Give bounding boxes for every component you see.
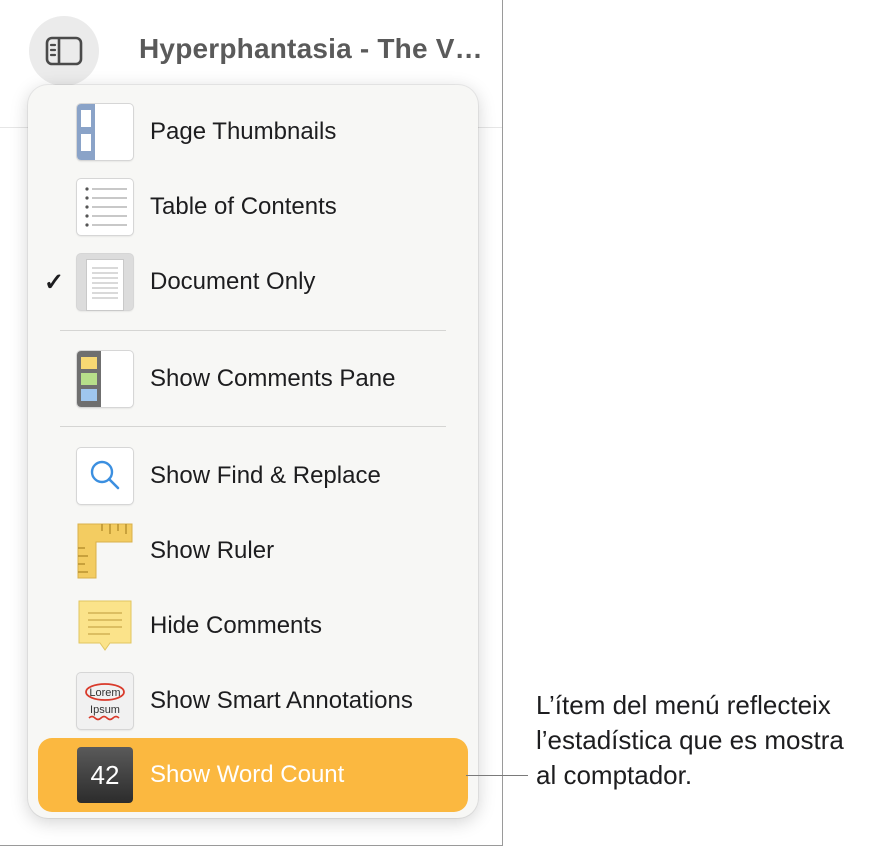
menu-item-show-word-count[interactable]: 42 Show Word Count <box>38 738 468 812</box>
checkmark-icon: ✓ <box>44 268 65 296</box>
menu-item-label: Table of Contents <box>150 193 337 220</box>
callout-line-1: L’ítem del menú reflecteix <box>536 690 831 720</box>
menu-item-show-ruler[interactable]: Show Ruler <box>38 520 468 582</box>
sidebar-toggle-button[interactable] <box>29 16 99 86</box>
menu-separator <box>60 426 446 427</box>
callout-line-3: al comptador. <box>536 760 693 790</box>
menu-item-show-comments-pane[interactable]: Show Comments Pane <box>38 348 468 410</box>
ipsum-text: Ipsum <box>90 704 120 716</box>
menu-item-label: Page Thumbnails <box>150 118 337 145</box>
sticky-note-icon <box>76 597 134 655</box>
callout-line-2: l’estadística que es mostra <box>536 725 844 755</box>
magnifier-icon <box>76 447 134 505</box>
comments-pane-icon <box>76 350 134 408</box>
sidebar-icon <box>45 36 83 66</box>
view-menu-popover: Page Thumbnails Table of Contents ✓ Docu… <box>28 85 478 818</box>
menu-item-table-of-contents[interactable]: Table of Contents <box>38 176 468 238</box>
menu-item-page-thumbnails[interactable]: Page Thumbnails <box>38 101 468 163</box>
menu-item-label: Hide Comments <box>150 612 323 639</box>
menu-item-show-find-replace[interactable]: Show Find & Replace <box>38 445 468 507</box>
menu-item-label: Show Comments Pane <box>150 365 396 392</box>
menu-item-label: Show Ruler <box>150 537 275 564</box>
menu-item-label: Show Smart Annotations <box>150 687 413 714</box>
page-thumbnails-icon <box>76 103 134 161</box>
menu-item-show-smart-annotations[interactable]: Lorem Ipsum Show Smart Annotations <box>38 670 468 732</box>
word-count-badge: 42 <box>90 759 120 790</box>
callout-leader-line <box>466 775 528 776</box>
smart-annotations-icon: Lorem Ipsum <box>76 672 134 730</box>
ruler-icon <box>76 522 134 580</box>
menu-separator <box>60 330 446 331</box>
callout-annotation: L’ítem del menú reflecteix l’estadística… <box>536 688 889 793</box>
menu-item-label: Document Only <box>150 268 316 295</box>
document-only-icon <box>76 253 134 311</box>
lorem-text: Lorem <box>89 687 120 699</box>
document-title: Hyperphantasia - The V… <box>139 33 483 64</box>
menu-item-label: Show Find & Replace <box>150 462 381 489</box>
menu-item-document-only[interactable]: ✓ Document Only <box>38 251 468 313</box>
menu-item-hide-comments[interactable]: Hide Comments <box>38 595 468 657</box>
word-count-icon: 42 <box>76 746 134 804</box>
menu-item-label: Show Word Count <box>150 761 345 788</box>
table-of-contents-icon <box>76 178 134 236</box>
